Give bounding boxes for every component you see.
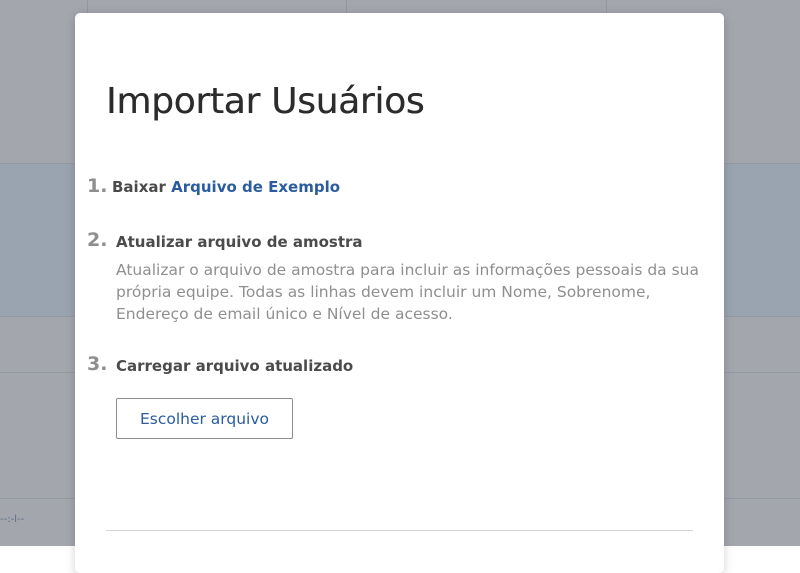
step-2-label: Atualizar arquivo de amostra <box>116 233 363 251</box>
step-1-number: 1. <box>87 175 108 197</box>
step-2-number: 2. <box>87 229 108 251</box>
step-1-label: Baixar Arquivo de Exemplo <box>112 178 340 196</box>
background-column-divider <box>606 0 607 14</box>
footer-divider <box>106 530 693 531</box>
background-faded-text: --:-l-- <box>0 514 25 525</box>
step-2-description: Atualizar o arquivo de amostra para incl… <box>116 261 699 323</box>
background-column-divider <box>346 0 347 14</box>
step-3-number: 3. <box>87 353 108 375</box>
step-1-label-prefix: Baixar <box>112 178 172 196</box>
background-column-divider <box>87 0 88 14</box>
download-sample-file-link[interactable]: Arquivo de Exemplo <box>171 178 340 196</box>
import-users-dialog: Importar Usuários 1. Baixar Arquivo de E… <box>75 13 724 573</box>
step-3-label: Carregar arquivo atualizado <box>116 357 354 375</box>
choose-file-button[interactable]: Escolher arquivo <box>116 398 293 439</box>
dialog-title: Importar Usuários <box>106 81 425 122</box>
